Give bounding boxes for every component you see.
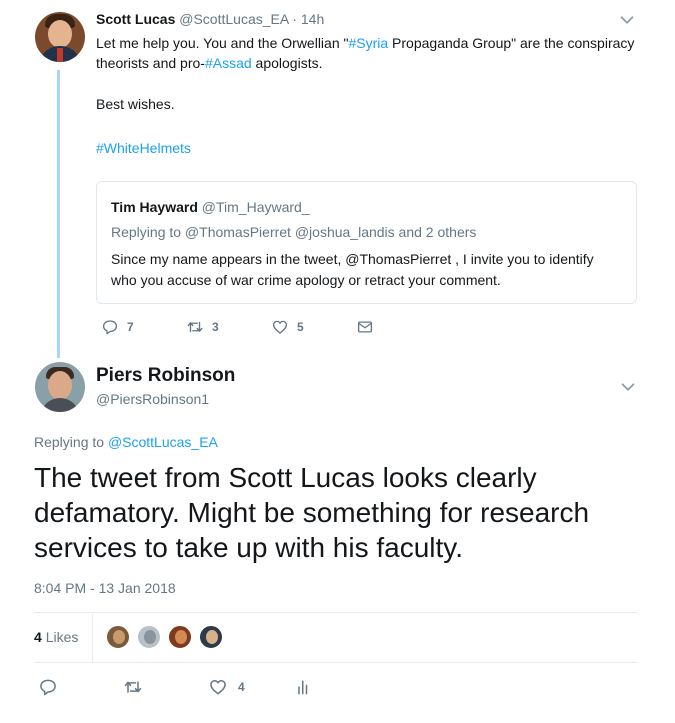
hashtag-whitehelmets[interactable]: #WhiteHelmets	[96, 140, 191, 156]
reply-button[interactable]: 7	[101, 318, 134, 336]
tweet-text: The tweet from Scott Lucas looks clearly…	[34, 462, 590, 563]
quoted-replying-to: Replying to @ThomasPierret @joshua_landi…	[111, 224, 477, 240]
quoted-tweet-header: Tim Hayward @Tim_Hayward_	[111, 199, 310, 215]
author-name[interactable]: Piers Robinson	[96, 365, 235, 387]
reply-count: 7	[127, 320, 134, 334]
liker-avatar[interactable]	[136, 624, 162, 650]
likes-count: 4	[34, 629, 42, 645]
chevron-down-icon[interactable]	[617, 376, 639, 398]
hashtag-syria[interactable]: #Syria	[348, 35, 388, 51]
thread-connector-line	[57, 70, 60, 358]
like-button[interactable]: 5	[271, 318, 304, 336]
analytics-icon	[294, 677, 314, 697]
reply-icon	[38, 677, 58, 697]
liker-avatar[interactable]	[105, 624, 131, 650]
reply-tweet[interactable]: Scott Lucas @ScottLucas_EA · 14h Let me …	[0, 0, 675, 358]
like-count: 5	[297, 320, 304, 334]
likes-word: Likes	[45, 629, 79, 645]
retweet-icon	[123, 677, 143, 697]
like-icon	[271, 318, 289, 336]
liker-avatar[interactable]	[167, 624, 193, 650]
tweet-text: Let me help you. You and the Orwellian "…	[96, 33, 636, 73]
replying-handle-link[interactable]: @ScottLucas_EA	[108, 434, 218, 450]
liker-avatar[interactable]	[198, 624, 224, 650]
dm-button[interactable]	[356, 318, 374, 336]
divider	[92, 614, 93, 662]
chevron-down-icon[interactable]	[616, 9, 638, 31]
like-count: 4	[238, 680, 245, 694]
quoted-author-handle: @Tim_Hayward_	[201, 199, 310, 215]
reply-icon	[101, 318, 119, 336]
dm-icon	[356, 318, 374, 336]
replying-prefix: Replying to	[34, 434, 108, 450]
author-handle[interactable]: @PiersRobinson1	[96, 391, 209, 407]
divider	[34, 612, 637, 613]
tweet-header: Scott Lucas @ScottLucas_EA · 14h	[96, 11, 324, 27]
retweet-button[interactable]	[123, 677, 143, 697]
quoted-tweet[interactable]: Tim Hayward @Tim_Hayward_ Replying to @T…	[96, 181, 637, 304]
replying-to: Replying to @ScottLucas_EA	[34, 434, 218, 450]
tweet-signoff: Best wishes.	[96, 96, 175, 112]
reply-button[interactable]	[38, 677, 58, 697]
avatar[interactable]	[35, 12, 85, 62]
divider	[34, 662, 637, 663]
likes-summary[interactable]: 4 Likes	[34, 629, 78, 645]
hashtag-assad[interactable]: #Assad	[205, 55, 252, 71]
retweet-count: 3	[212, 320, 219, 334]
tweet-time[interactable]: 14h	[301, 11, 324, 27]
analytics-button[interactable]	[294, 677, 314, 697]
like-icon	[208, 677, 228, 697]
retweet-button[interactable]: 3	[186, 318, 219, 336]
author-handle[interactable]: @ScottLucas_EA	[179, 11, 288, 27]
tweet-text-part: apologists.	[251, 55, 323, 71]
tweet-timestamp[interactable]: 8:04 PM - 13 Jan 2018	[34, 580, 176, 596]
tweet-text-part: Let me help you. You and the Orwellian "	[96, 35, 349, 51]
quoted-tweet-text: Since my name appears in the tweet, @Tho…	[111, 251, 594, 288]
quoted-author-name: Tim Hayward	[111, 199, 198, 215]
avatar[interactable]	[35, 362, 85, 412]
retweet-icon	[186, 318, 204, 336]
author-name[interactable]: Scott Lucas	[96, 11, 175, 27]
likes-row: 4 Likes	[34, 614, 637, 662]
separator-dot: ·	[292, 11, 297, 27]
like-button[interactable]: 4	[208, 677, 245, 697]
